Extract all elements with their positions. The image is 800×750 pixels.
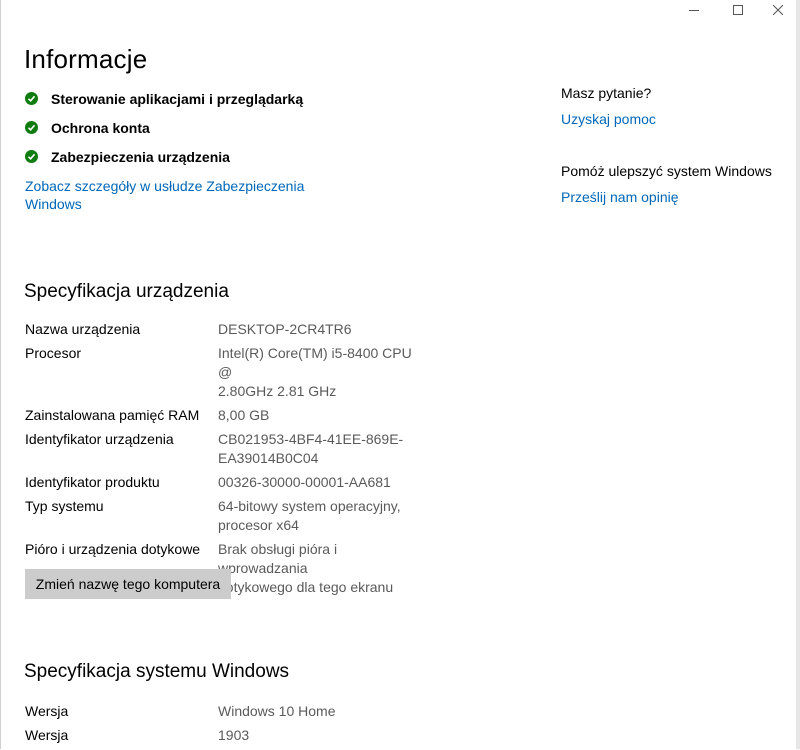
spec-label: Zainstalowana pamięć RAM <box>25 407 200 423</box>
help-aside: Masz pytanie? Uzyskaj pomoc Pomóż ulepsz… <box>561 84 791 206</box>
send-feedback-link[interactable]: Prześlij nam opinię <box>561 188 791 206</box>
spec-label: Typ systemu <box>25 498 104 514</box>
spec-label: Wersja <box>25 703 69 719</box>
spec-row-device-name: Nazwa urządzenia DESKTOP-2CR4TR6 <box>25 320 445 339</box>
close-icon <box>773 5 783 15</box>
spec-value: DESKTOP-2CR4TR6 <box>218 321 352 337</box>
device-specs-table: Nazwa urządzenia DESKTOP-2CR4TR6 Proceso… <box>25 320 445 602</box>
spec-value: 64-bitowy system operacyjny, procesor x6… <box>218 498 401 533</box>
spec-row-ram: Zainstalowana pamięć RAM 8,00 GB <box>25 406 445 425</box>
status-item-device-security: Zabezpieczenia urządzenia <box>25 142 303 171</box>
status-item-account-protection: Ochrona konta <box>25 113 303 142</box>
spec-row-product-id: Identyfikator produktu 00326-30000-00001… <box>25 473 445 492</box>
spec-row-edition: Wersja Windows 10 Home <box>25 702 445 721</box>
spec-row-version: Wersja 1903 <box>25 726 445 745</box>
check-circle-icon <box>25 92 38 105</box>
spec-label: Identyfikator produktu <box>25 474 160 490</box>
spec-label: Procesor <box>25 345 82 361</box>
settings-window: Informacje Sterowanie aplikacjami i prze… <box>0 0 800 749</box>
status-item-app-browser-control: Sterowanie aplikacjami i przeglądarką <box>25 84 303 113</box>
close-button[interactable] <box>757 0 799 20</box>
security-status-list: Sterowanie aplikacjami i przeglądarką Oc… <box>25 84 303 171</box>
get-help-link[interactable]: Uzyskaj pomoc <box>561 110 791 128</box>
device-specs-title: Specyfikacja urządzenia <box>24 281 229 302</box>
windows-specs-title: Specyfikacja systemu Windows <box>24 661 290 682</box>
security-details-link[interactable]: Zobacz szczegóły w usłudze Zabezpieczeni… <box>25 177 315 213</box>
check-circle-icon <box>25 121 38 134</box>
status-label: Sterowanie aplikacjami i przeglądarką <box>51 90 304 107</box>
spec-row-processor: Procesor Intel(R) Core(TM) i5-8400 CPU @… <box>25 344 445 401</box>
spec-value: 00326-30000-00001-AA681 <box>218 474 391 490</box>
page-title: Informacje <box>24 44 148 74</box>
question-heading: Masz pytanie? <box>561 85 652 101</box>
minimize-icon <box>689 9 699 11</box>
maximize-button[interactable] <box>717 0 759 20</box>
spec-label: Wersja <box>25 727 69 743</box>
spec-label: Nazwa urządzenia <box>25 321 141 337</box>
status-label: Ochrona konta <box>51 119 150 136</box>
check-circle-icon <box>25 150 38 163</box>
spec-label: Identyfikator urządzenia <box>25 431 174 447</box>
window-right-border <box>796 0 800 749</box>
status-label: Zabezpieczenia urządzenia <box>51 148 230 165</box>
rename-pc-button[interactable]: Zmień nazwę tego komputera <box>25 569 231 599</box>
maximize-icon <box>733 5 743 15</box>
improve-heading: Pomóż ulepszyć system Windows <box>561 163 772 179</box>
spec-row-device-id: Identyfikator urządzenia CB021953-4BF4-4… <box>25 430 445 468</box>
spec-value: Intel(R) Core(TM) i5-8400 CPU @ 2.80GHz … <box>218 345 412 399</box>
spec-value: Brak obsługi pióra i wprowadzania dotyko… <box>218 541 394 595</box>
windows-specs-table: Wersja Windows 10 Home Wersja 1903 <box>25 702 445 750</box>
spec-value: 1903 <box>218 727 250 743</box>
minimize-button[interactable] <box>673 0 715 20</box>
spec-value: 8,00 GB <box>218 407 270 423</box>
spec-value: Windows 10 Home <box>218 703 336 719</box>
spec-row-system-type: Typ systemu 64-bitowy system operacyjny,… <box>25 497 445 535</box>
spec-value: CB021953-4BF4-41EE-869E- EA39014B0C04 <box>218 431 404 466</box>
